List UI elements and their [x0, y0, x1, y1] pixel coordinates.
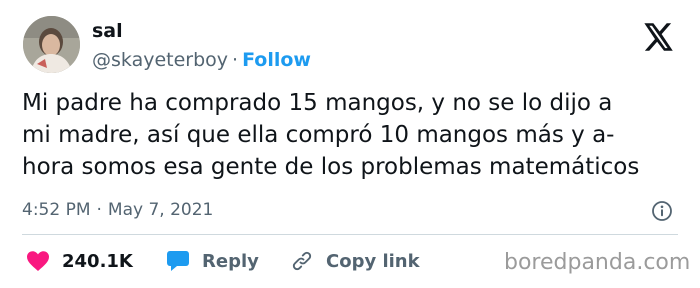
tweet-timestamp[interactable]: 4:52 PM · May 7, 2021: [22, 200, 213, 220]
divider: [22, 234, 678, 235]
tweet-date: May 7, 2021: [107, 200, 214, 220]
author-handle-line: @skayeterboy · Follow: [92, 49, 311, 71]
tweet-time: 4:52 PM: [22, 200, 91, 220]
copy-link-label: Copy link: [326, 250, 420, 272]
handle-separator: ·: [232, 49, 239, 71]
author-handle[interactable]: @skayeterboy: [92, 49, 228, 71]
tweet-text-line: mi madre, así que ella compró 10 mangos …: [22, 122, 615, 148]
x-logo-icon[interactable]: [644, 23, 674, 51]
speech-bubble-icon: [167, 251, 189, 271]
reply-button[interactable]: Reply: [166, 249, 259, 273]
follow-button[interactable]: Follow: [242, 49, 311, 71]
heart-icon: [27, 251, 49, 271]
tweet-text-line: hora somos esa gente de los problemas ma…: [22, 154, 640, 180]
link-icon: [292, 251, 312, 271]
avatar-photo: [23, 16, 80, 73]
tweet-text-line: Mi padre ha comprado 15 mangos, y no se …: [22, 90, 613, 116]
likes-count: 240.1K: [62, 250, 133, 272]
info-icon[interactable]: [651, 200, 673, 222]
reply-label: Reply: [202, 250, 259, 272]
date-separator: ·: [96, 200, 102, 220]
avatar[interactable]: [23, 16, 80, 73]
author-name[interactable]: sal: [92, 20, 123, 42]
tweet-text: Mi padre ha comprado 15 mangos, y no se …: [22, 87, 690, 183]
watermark: boredpanda.com: [504, 250, 691, 275]
copy-link-button[interactable]: Copy link: [290, 249, 420, 273]
like-button[interactable]: 240.1K: [26, 249, 133, 273]
